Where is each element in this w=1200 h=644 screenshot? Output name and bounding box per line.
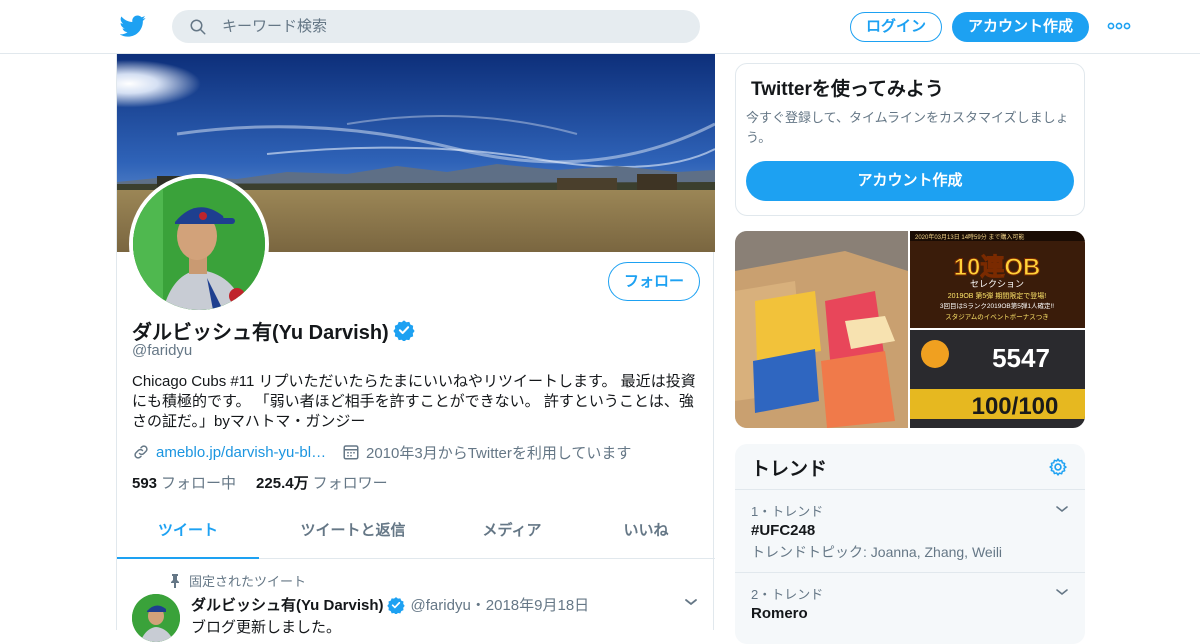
game-number-text: 5547: [992, 343, 1050, 373]
signup-card-title: Twitterを使ってみよう: [751, 79, 944, 100]
trend-subtitle: トレンドトピック: Joanna, Zhang, Weili: [751, 544, 1003, 560]
signup-card: Twitterを使ってみよう 今すぐ登録して、タイムラインをカスタマイズしましょ…: [735, 63, 1085, 216]
media-thumbnail-game-banner[interactable]: 2020年03月13日 14時59分 まで購入可能 10連OB セレクション 2…: [910, 231, 1085, 328]
banner-top-text: 2020年03月13日 14時59分 まで購入可能: [915, 233, 1024, 241]
profile-stats: 593 フォロー中 225.4万 フォロワー: [132, 472, 408, 493]
following-label: フォロー中: [161, 475, 237, 492]
search-input[interactable]: [222, 10, 682, 43]
banner-line2-text: 3回目はSランク2019OB第5弾1人確定!!: [940, 301, 1054, 310]
following-count: 593: [132, 475, 158, 492]
profile-avatar[interactable]: [129, 174, 269, 314]
profile-display-name: ダルビッシュ有(Yu Darvish): [132, 321, 389, 344]
chevron-down-icon[interactable]: [1055, 502, 1069, 516]
gear-icon[interactable]: [1048, 457, 1068, 477]
trend-rank: 2・トレンド: [751, 587, 824, 602]
trends-divider: [735, 572, 1085, 573]
profile-tabs: ツイート ツイートと返信 メディア いいね: [117, 504, 715, 559]
profile-joined-date: 2010年3月からTwitterを利用しています: [366, 444, 632, 462]
profile-name-row: ダルビッシュ有(Yu Darvish): [132, 316, 415, 344]
trend-name: #UFC248: [751, 522, 816, 539]
calendar-icon: [343, 445, 359, 460]
media-thumbnail-grid[interactable]: 2020年03月13日 14時59分 まで購入可能 10連OB セレクション 2…: [735, 231, 1085, 428]
trends-panel: トレンド 1・トレンド #UFC248 トレンドトピック: Joanna, Zh…: [735, 444, 1085, 644]
trends-title: トレンド: [751, 459, 828, 480]
followers-stat[interactable]: 225.4万 フォロワー: [256, 472, 388, 493]
tab-likes[interactable]: いいね: [577, 504, 715, 559]
media-thumbnail-game-score[interactable]: 5547 100/100: [910, 330, 1085, 428]
banner-subtitle-text: セレクション: [970, 279, 1024, 289]
tweet-meta: @faridyu・2018年9月18日: [410, 597, 590, 614]
verified-badge-icon: [393, 320, 415, 341]
following-stat[interactable]: 593 フォロー中: [132, 472, 236, 493]
media-thumbnail-chips[interactable]: [735, 231, 908, 428]
profile-website-link[interactable]: ameblo.jp/darvish-yu-blo…: [156, 444, 332, 461]
tab-tweets-and-replies[interactable]: ツイートと返信: [259, 504, 447, 559]
chevron-down-icon[interactable]: [1055, 585, 1069, 599]
signup-card-description: 今すぐ登録して、タイムラインをカスタマイズしましょう。: [746, 110, 1069, 145]
banner-title-text: 10連OB: [954, 254, 1041, 281]
tab-tweets[interactable]: ツイート: [117, 504, 259, 559]
top-navigation-bar: ログイン アカウント作成: [0, 0, 1200, 54]
chevron-down-icon[interactable]: [683, 594, 699, 610]
profile-bio: Chicago Cubs #11 リプいただいたらたまにいいねやリツイートします…: [132, 373, 696, 430]
game-progress-text: 100/100: [972, 393, 1059, 420]
tweet-header: ダルビッシュ有(Yu Darvish) @faridyu・2018年9月18日: [191, 594, 589, 615]
followers-count: 225.4万: [256, 475, 309, 492]
tweet-text: ブログ更新しました。: [191, 619, 342, 636]
profile-handle: @faridyu: [132, 342, 193, 359]
tweet-author-name[interactable]: ダルビッシュ有(Yu Darvish): [191, 594, 384, 615]
search-box[interactable]: [172, 10, 700, 43]
pin-icon: [171, 573, 179, 588]
login-button[interactable]: ログイン: [850, 12, 942, 42]
twitter-bird-logo-icon[interactable]: [120, 13, 146, 39]
profile-meta-row: ameblo.jp/darvish-yu-blo… 2010年3月からTwitt…: [132, 442, 631, 462]
banner-line1-text: 2019OB 第5弾 期間限定で登場!: [948, 291, 1046, 300]
link-icon: [134, 445, 148, 459]
trend-item[interactable]: 2・トレンド Romero: [751, 584, 1071, 622]
signup-button[interactable]: アカウント作成: [952, 12, 1089, 42]
banner-line3-text: スタジアムのイベントボーナスつき: [945, 312, 1049, 321]
profile-column: フォロー ダルビッシュ有(Yu Darvish) @faridyu Chicag…: [116, 54, 715, 642]
tweet-avatar-photo: [132, 594, 180, 642]
trend-rank: 1・トレンド: [751, 504, 824, 519]
avatar-photo: [133, 178, 265, 310]
pinned-tweet-indicator: 固定されたツイート: [169, 571, 306, 590]
signup-card-button[interactable]: アカウント作成: [746, 161, 1074, 201]
pinned-label: 固定されたツイート: [189, 574, 307, 589]
trends-divider: [735, 489, 1085, 490]
tweet-author-avatar[interactable]: [132, 594, 180, 642]
follow-button[interactable]: フォロー: [608, 262, 700, 301]
more-options-icon[interactable]: [1107, 22, 1131, 30]
tweet-verified-badge-icon: [386, 596, 405, 614]
trend-name: Romero: [751, 605, 808, 622]
tab-media[interactable]: メディア: [447, 504, 577, 559]
trend-item[interactable]: 1・トレンド #UFC248 トレンドトピック: Joanna, Zhang, …: [751, 501, 1071, 562]
followers-label: フォロワー: [312, 475, 388, 492]
search-icon: [190, 19, 206, 35]
